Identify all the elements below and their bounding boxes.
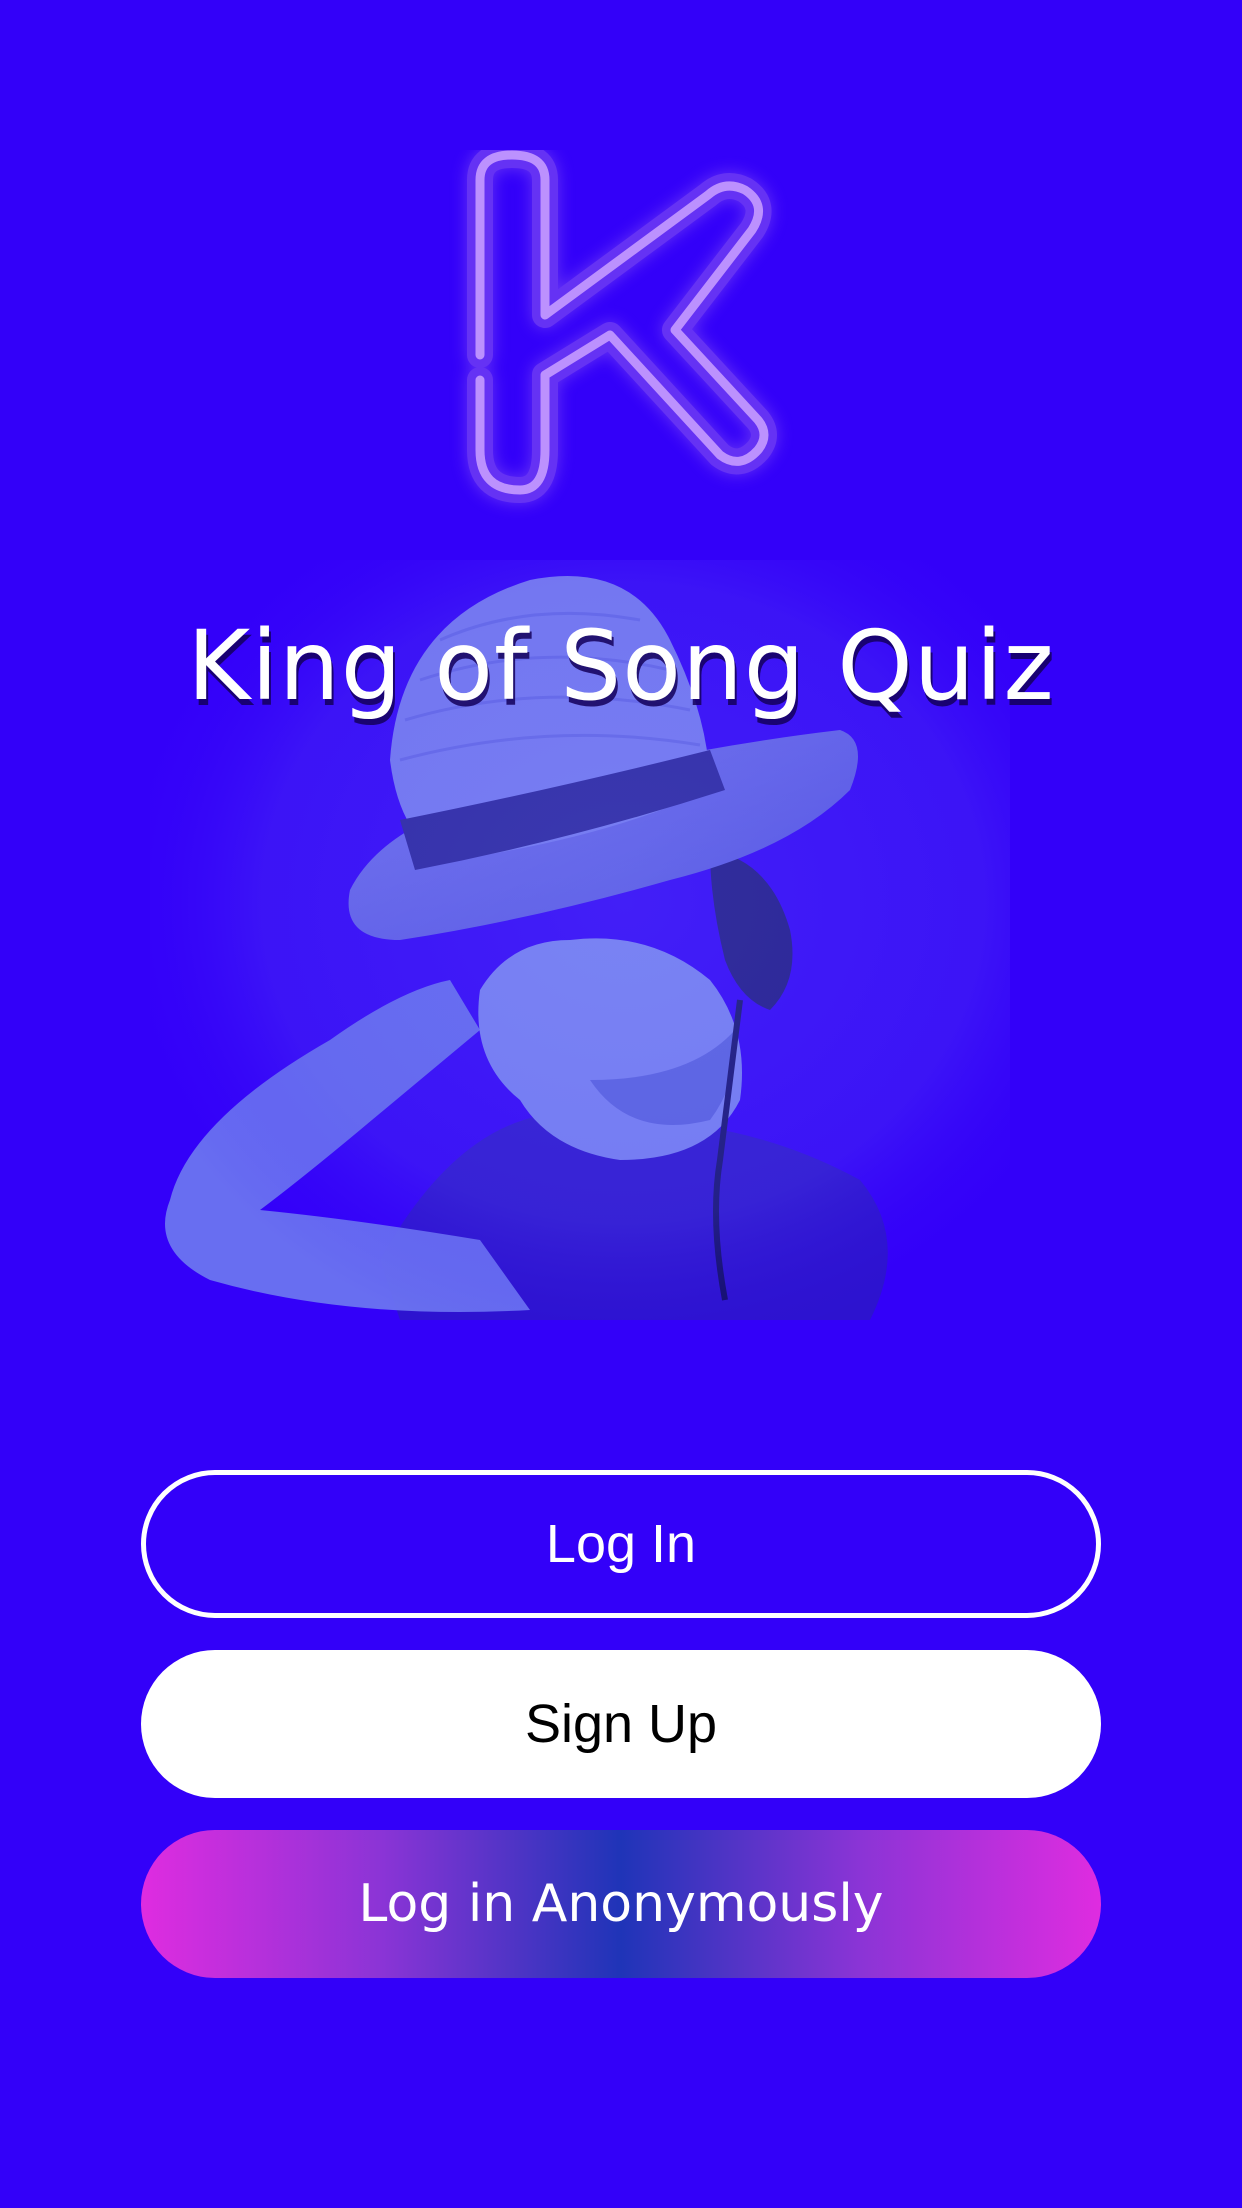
- app-title: King of Song Quiz: [187, 610, 1055, 722]
- login-anonymously-button-label: Log in Anonymously: [358, 1874, 884, 1934]
- welcome-screen: King of Song Quiz Log In Sign Up Log in …: [0, 0, 1242, 2208]
- signup-button[interactable]: Sign Up: [141, 1650, 1101, 1798]
- signup-button-label: Sign Up: [524, 1694, 718, 1754]
- login-button-label: Log In: [545, 1514, 697, 1574]
- neon-k-logo-icon: [467, 150, 777, 503]
- login-button[interactable]: Log In: [141, 1470, 1101, 1618]
- login-anonymously-button[interactable]: Log in Anonymously: [141, 1830, 1101, 1978]
